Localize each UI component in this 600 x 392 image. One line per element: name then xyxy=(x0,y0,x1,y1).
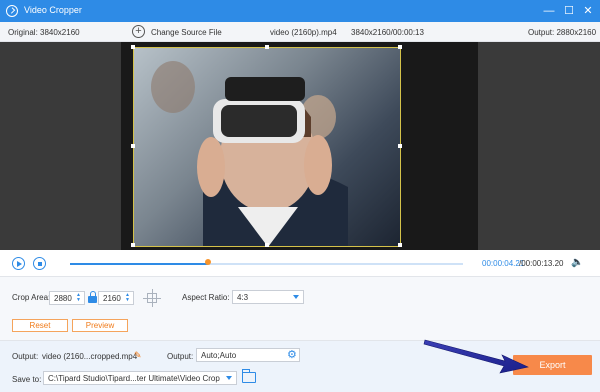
crop-height-value: 2160 xyxy=(103,294,121,303)
stop-icon xyxy=(37,261,42,266)
aspect-ratio-label: Aspect Ratio: xyxy=(182,293,230,302)
timeline-bar: 00:00:04.21 /00:00:13.20 🔈 xyxy=(0,250,600,276)
volume-icon[interactable]: 🔈 xyxy=(571,257,583,269)
play-icon xyxy=(17,261,22,267)
crop-handle-top-left[interactable] xyxy=(131,45,135,49)
info-bar: Original: 3840x2160 + Change Source File… xyxy=(0,22,600,42)
reset-button[interactable]: Reset xyxy=(12,319,68,332)
output-settings-field[interactable]: Auto;Auto ⚙ xyxy=(196,348,300,362)
crop-area-label: Crop Area: xyxy=(12,293,51,302)
crop-handle-bottom-right[interactable] xyxy=(398,243,402,247)
aspect-ratio-select[interactable]: 4:3 xyxy=(232,290,304,304)
stepper-arrows-icon[interactable]: ▲ ▼ xyxy=(76,293,82,303)
play-button[interactable] xyxy=(12,257,25,270)
save-to-label: Save to: xyxy=(12,375,42,384)
total-time: /00:00:13.20 xyxy=(519,259,564,268)
save-path-select[interactable]: C:\Tipard Studio\Tipard...ter Ultimate\V… xyxy=(43,371,237,385)
maximize-icon[interactable]: ☐ xyxy=(561,3,577,19)
chevron-down-icon xyxy=(293,295,299,299)
crop-handle-bottom[interactable] xyxy=(265,243,269,247)
timeline-track[interactable] xyxy=(70,263,463,265)
lock-icon[interactable] xyxy=(88,291,97,303)
aspect-ratio-value: 4:3 xyxy=(237,293,249,302)
stepper-arrows-icon[interactable]: ▲ ▼ xyxy=(125,293,131,303)
crop-handle-left[interactable] xyxy=(131,144,135,148)
edit-icon[interactable]: ✎ xyxy=(134,350,144,360)
minimize-icon[interactable]: — xyxy=(541,3,557,19)
crop-rectangle[interactable] xyxy=(131,45,402,247)
output-name-label: Output: xyxy=(12,352,39,361)
crop-width-value: 2880 xyxy=(54,294,72,303)
app-icon xyxy=(6,5,18,17)
title-bar: Video Cropper — ☐ ✕ xyxy=(0,0,600,22)
crop-height-stepper[interactable]: 2160 ▲ ▼ xyxy=(98,291,134,305)
output-settings-label: Output: xyxy=(167,352,194,361)
current-time: 00:00:04.21 xyxy=(482,259,525,268)
folder-icon[interactable] xyxy=(242,369,256,383)
gear-icon[interactable]: ⚙ xyxy=(287,350,298,361)
annotation-arrow xyxy=(423,339,529,374)
output-resolution: Output: 2880x2160 xyxy=(528,28,597,37)
crop-handle-top[interactable] xyxy=(265,45,269,49)
close-icon[interactable]: ✕ xyxy=(580,3,596,19)
file-name: video (2160p).mp4 xyxy=(270,28,337,37)
center-crop-icon[interactable] xyxy=(143,289,161,307)
output-settings-value: Auto;Auto xyxy=(201,351,237,360)
crop-handle-bottom-left[interactable] xyxy=(131,243,135,247)
timeline-playhead[interactable] xyxy=(204,259,211,265)
timeline-progress xyxy=(70,263,208,265)
preview-button[interactable]: Preview xyxy=(72,319,128,332)
save-path-value: C:\Tipard Studio\Tipard...ter Ultimate\V… xyxy=(48,374,220,383)
plus-icon: + xyxy=(132,25,145,38)
file-resolution-duration: 3840x2160/00:00:13 xyxy=(351,28,424,37)
stop-button[interactable] xyxy=(33,257,46,270)
original-resolution: Original: 3840x2160 xyxy=(8,28,80,37)
crop-handle-top-right[interactable] xyxy=(398,45,402,49)
chevron-down-icon xyxy=(226,376,232,380)
output-file-name: video (2160...cropped.mp4 xyxy=(42,352,138,361)
crop-handle-right[interactable] xyxy=(398,144,402,148)
window-title: Video Cropper xyxy=(24,5,82,15)
crop-width-stepper[interactable]: 2880 ▲ ▼ xyxy=(49,291,85,305)
crop-controls: Crop Area: 2880 ▲ ▼ 2160 ▲ ▼ Aspect Ratio:… xyxy=(0,276,600,340)
change-source-label: Change Source File xyxy=(151,28,222,37)
